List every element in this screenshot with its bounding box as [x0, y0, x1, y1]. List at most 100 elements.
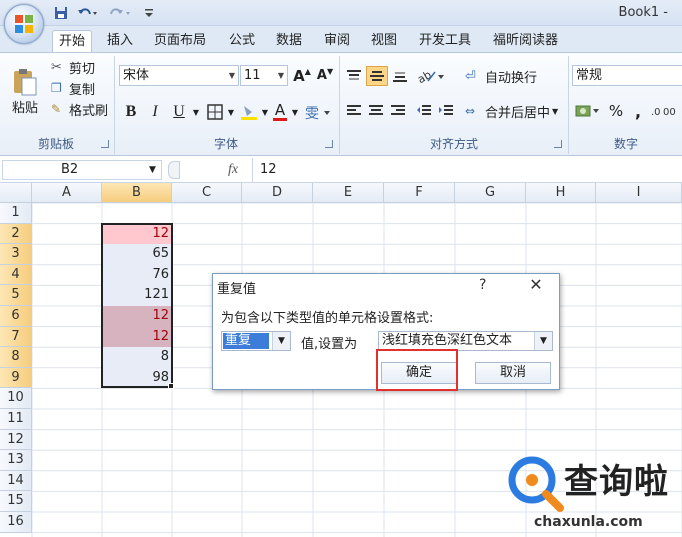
- alignment-launcher-icon[interactable]: [554, 140, 562, 148]
- formula-bar-splitter[interactable]: [168, 161, 180, 179]
- align-right-icon[interactable]: [388, 100, 408, 122]
- row-header-16[interactable]: 16: [0, 512, 32, 533]
- cell[interactable]: 98: [102, 367, 172, 389]
- column-header-e[interactable]: E: [313, 183, 384, 203]
- row-header-14[interactable]: 14: [0, 470, 32, 492]
- align-top-icon[interactable]: [344, 66, 364, 86]
- underline-button[interactable]: U: [168, 100, 190, 124]
- paste-button[interactable]: 粘贴: [4, 56, 46, 126]
- increase-font-icon[interactable]: A ▲: [292, 65, 312, 86]
- cut-label: 剪切: [69, 61, 96, 77]
- percent-button[interactable]: %: [606, 100, 626, 122]
- row-header-11[interactable]: 11: [0, 409, 32, 430]
- tab-home[interactable]: 开始: [52, 30, 93, 52]
- fill-color-icon[interactable]: [238, 100, 260, 124]
- align-left-icon[interactable]: [344, 100, 364, 122]
- close-icon[interactable]: ✕: [525, 275, 547, 295]
- row-header-9[interactable]: 9: [0, 367, 32, 389]
- tab-insert[interactable]: 插入: [101, 30, 139, 52]
- tab-developer[interactable]: 开发工具: [413, 30, 477, 52]
- increase-decimal-icon[interactable]: .0 00: [650, 100, 680, 122]
- orientation-icon[interactable]: ab: [414, 66, 448, 86]
- italic-button[interactable]: I: [144, 100, 166, 124]
- chevron-down-icon: ▼: [534, 332, 552, 350]
- cut-button[interactable]: ✂ 剪切: [50, 58, 110, 77]
- currency-icon[interactable]: [574, 100, 604, 122]
- name-box[interactable]: B2 ▼: [2, 160, 162, 180]
- ok-button[interactable]: 确定: [381, 362, 457, 384]
- border-icon[interactable]: [204, 100, 226, 124]
- column-header-b[interactable]: B: [102, 183, 172, 203]
- font-name-combo[interactable]: 宋体 ▼: [119, 65, 239, 86]
- tab-formulas[interactable]: 公式: [223, 30, 261, 52]
- redo-icon[interactable]: [106, 4, 136, 22]
- cancel-button[interactable]: 取消: [475, 362, 551, 384]
- column-header-i[interactable]: I: [596, 183, 682, 203]
- cell[interactable]: 65: [102, 244, 172, 265]
- row-header-6[interactable]: 6: [0, 306, 32, 327]
- wrap-text-button[interactable]: ⏎ 自动换行: [464, 65, 548, 87]
- row-header-2[interactable]: 2: [0, 223, 32, 245]
- row-header-15[interactable]: 15: [0, 491, 32, 512]
- fill-handle[interactable]: [168, 383, 174, 389]
- row-header-8[interactable]: 8: [0, 347, 32, 368]
- insert-function-icon[interactable]: fx: [228, 159, 248, 181]
- bold-button[interactable]: B: [120, 100, 142, 124]
- tab-view[interactable]: 视图: [365, 30, 403, 52]
- row-header-4[interactable]: 4: [0, 264, 32, 286]
- column-header-g[interactable]: G: [455, 183, 526, 203]
- increase-indent-icon[interactable]: [436, 100, 456, 122]
- chevron-down-icon[interactable]: ▼: [290, 100, 300, 124]
- cell-duplicate[interactable]: 12: [102, 306, 172, 327]
- undo-icon[interactable]: [74, 4, 102, 22]
- column-header-h[interactable]: H: [526, 183, 596, 203]
- duplicate-type-select[interactable]: 重复 ▼: [221, 331, 291, 351]
- row-header-10[interactable]: 10: [0, 388, 32, 409]
- tab-data[interactable]: 数据: [270, 30, 308, 52]
- clipboard-launcher-icon[interactable]: [101, 140, 109, 148]
- row-header-7[interactable]: 7: [0, 326, 32, 348]
- row-header-3[interactable]: 3: [0, 244, 32, 265]
- column-header-d[interactable]: D: [242, 183, 313, 203]
- phonetic-icon[interactable]: 雯: [302, 100, 334, 124]
- font-size-combo[interactable]: 11 ▼: [240, 65, 288, 86]
- tab-page-layout[interactable]: 页面布局: [148, 30, 212, 52]
- tab-review[interactable]: 审阅: [318, 30, 356, 52]
- font-color-icon[interactable]: A: [270, 100, 290, 124]
- formula-input[interactable]: 12: [260, 159, 277, 181]
- font-launcher-icon[interactable]: [325, 140, 333, 148]
- help-icon[interactable]: ?: [479, 277, 486, 293]
- select-all-corner[interactable]: [0, 183, 32, 203]
- decrease-font-icon[interactable]: A ▼: [314, 65, 336, 86]
- font-group-label: 字体: [213, 137, 238, 151]
- row-header-1[interactable]: 1: [0, 203, 32, 224]
- customize-qat-icon[interactable]: [142, 4, 156, 22]
- column-header-f[interactable]: F: [384, 183, 455, 203]
- column-header-a[interactable]: A: [32, 183, 102, 203]
- column-header-c[interactable]: C: [172, 183, 242, 203]
- cell-duplicate[interactable]: 12: [102, 326, 172, 348]
- copy-button[interactable]: ❐ 复制: [50, 79, 110, 98]
- comma-button[interactable]: ,: [630, 100, 646, 122]
- align-middle-icon[interactable]: [366, 66, 388, 86]
- chevron-down-icon[interactable]: ▼: [260, 100, 270, 124]
- save-icon[interactable]: [52, 4, 70, 22]
- number-format-combo[interactable]: 常规: [572, 65, 682, 86]
- cell-duplicate[interactable]: 12: [102, 223, 172, 245]
- align-bottom-icon[interactable]: [390, 66, 410, 86]
- office-button[interactable]: [4, 4, 44, 44]
- cell[interactable]: 121: [102, 285, 172, 306]
- cell[interactable]: 76: [102, 264, 172, 286]
- tab-foxit-reader[interactable]: 福昕阅读器: [487, 30, 564, 52]
- row-header-13[interactable]: 13: [0, 450, 32, 471]
- chevron-down-icon[interactable]: ▼: [226, 100, 236, 124]
- align-center-icon[interactable]: [366, 100, 386, 122]
- row-header-12[interactable]: 12: [0, 429, 32, 451]
- format-style-select[interactable]: 浅红填充色深红色文本 ▼: [378, 331, 553, 351]
- decrease-indent-icon[interactable]: [414, 100, 434, 122]
- chevron-down-icon[interactable]: ▼: [191, 100, 201, 124]
- format-painter-button[interactable]: ✎ 格式刷: [50, 100, 112, 119]
- merge-center-button[interactable]: ⇔ 合并后居中 ▼: [464, 100, 564, 122]
- row-header-5[interactable]: 5: [0, 285, 32, 306]
- cell[interactable]: 8: [102, 347, 172, 368]
